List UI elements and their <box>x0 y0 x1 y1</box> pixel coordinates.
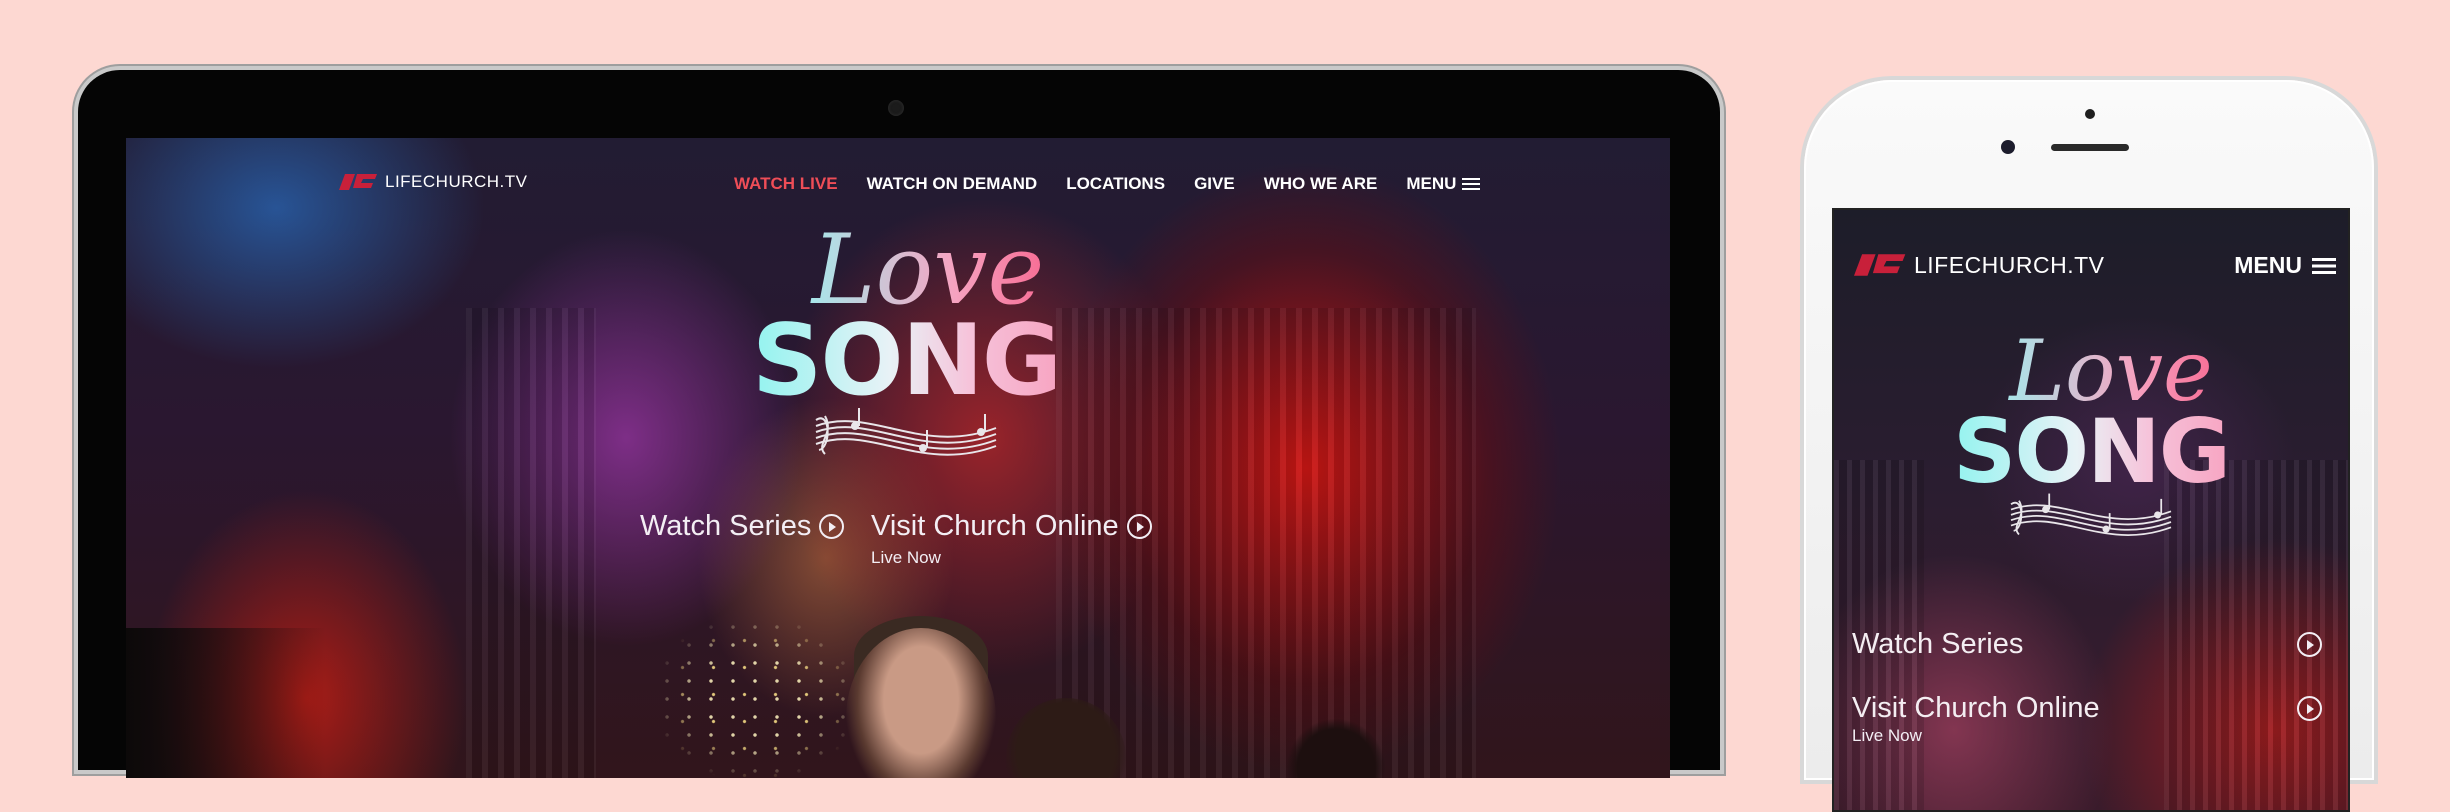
menu-label: MENU <box>1406 174 1457 193</box>
desktop-screen: LIFECHURCH.TV WATCH LIVE WATCH ON DEMAND… <box>126 138 1670 778</box>
watch-series-link[interactable]: Watch Series <box>640 510 845 543</box>
watch-series-link[interactable]: Watch Series <box>1852 628 2322 661</box>
visit-church-online-link[interactable]: Visit Church Online <box>871 510 1152 543</box>
phone-speaker <box>2051 144 2129 151</box>
curtain-right <box>1056 308 1476 778</box>
nav-watch-on-demand[interactable]: WATCH ON DEMAND <box>867 174 1038 194</box>
nav-watch-live[interactable]: WATCH LIVE <box>734 174 838 194</box>
menu-label: MENU <box>2234 252 2302 278</box>
series-title-block: SONG <box>1946 408 2236 496</box>
visit-church-online-link[interactable]: Visit Church Online <box>1852 692 2322 725</box>
live-now-label: Live Now <box>871 548 941 567</box>
site-logo[interactable]: LIFECHURCH.TV <box>339 171 528 193</box>
logo-wordmark: LIFECHURCH.TV <box>1914 251 2105 278</box>
series-logo: Love SONG <box>1946 328 2236 543</box>
visit-church-online-label: Visit Church Online <box>1852 692 2100 724</box>
curtain-left <box>466 308 596 778</box>
music-staff-icon <box>2010 493 2172 536</box>
lifechurch-logo-icon <box>1854 254 1906 276</box>
music-staff-icon <box>815 408 997 456</box>
laptop-device: LIFECHURCH.TV WATCH LIVE WATCH ON DEMAND… <box>78 70 1720 778</box>
hamburger-icon <box>2312 257 2336 274</box>
visit-church-online-label: Visit Church Online <box>871 510 1119 542</box>
phone-sensor <box>2085 109 2095 119</box>
menu-button[interactable]: MENU <box>2234 252 2336 279</box>
site-logo[interactable]: LIFECHURCH.TV <box>1854 250 2105 280</box>
watch-series-label: Watch Series <box>1852 628 2024 660</box>
mobile-screen: LIFECHURCH.TV MENU Love SONG Watch Serie… <box>1832 208 2350 812</box>
series-logo: Love SONG <box>746 222 1066 463</box>
string-lights <box>656 618 856 778</box>
nav-give[interactable]: GIVE <box>1194 174 1235 194</box>
watch-series-label: Watch Series <box>640 510 812 542</box>
hamburger-icon <box>1462 178 1481 190</box>
menu-button[interactable]: MENU <box>1406 174 1481 194</box>
laptop-camera <box>888 100 904 116</box>
play-circle-icon <box>2297 696 2322 721</box>
stage-speaker <box>126 628 326 778</box>
series-title-block: SONG <box>746 312 1066 410</box>
nav-locations[interactable]: LOCATIONS <box>1066 174 1165 194</box>
live-now-label: Live Now <box>1852 726 1922 745</box>
nav-who-we-are[interactable]: WHO WE ARE <box>1264 174 1378 194</box>
phone-front-camera <box>2001 140 2015 154</box>
phone-device: LIFECHURCH.TV MENU Love SONG Watch Serie… <box>1804 80 2374 812</box>
play-circle-icon <box>1126 514 1152 539</box>
nav-links: WATCH LIVE WATCH ON DEMAND LOCATIONS GIV… <box>734 174 1481 194</box>
play-circle-icon <box>819 514 845 539</box>
logo-wordmark: LIFECHURCH.TV <box>385 172 528 191</box>
lifechurch-logo-icon <box>339 174 377 190</box>
play-circle-icon <box>2297 632 2322 657</box>
